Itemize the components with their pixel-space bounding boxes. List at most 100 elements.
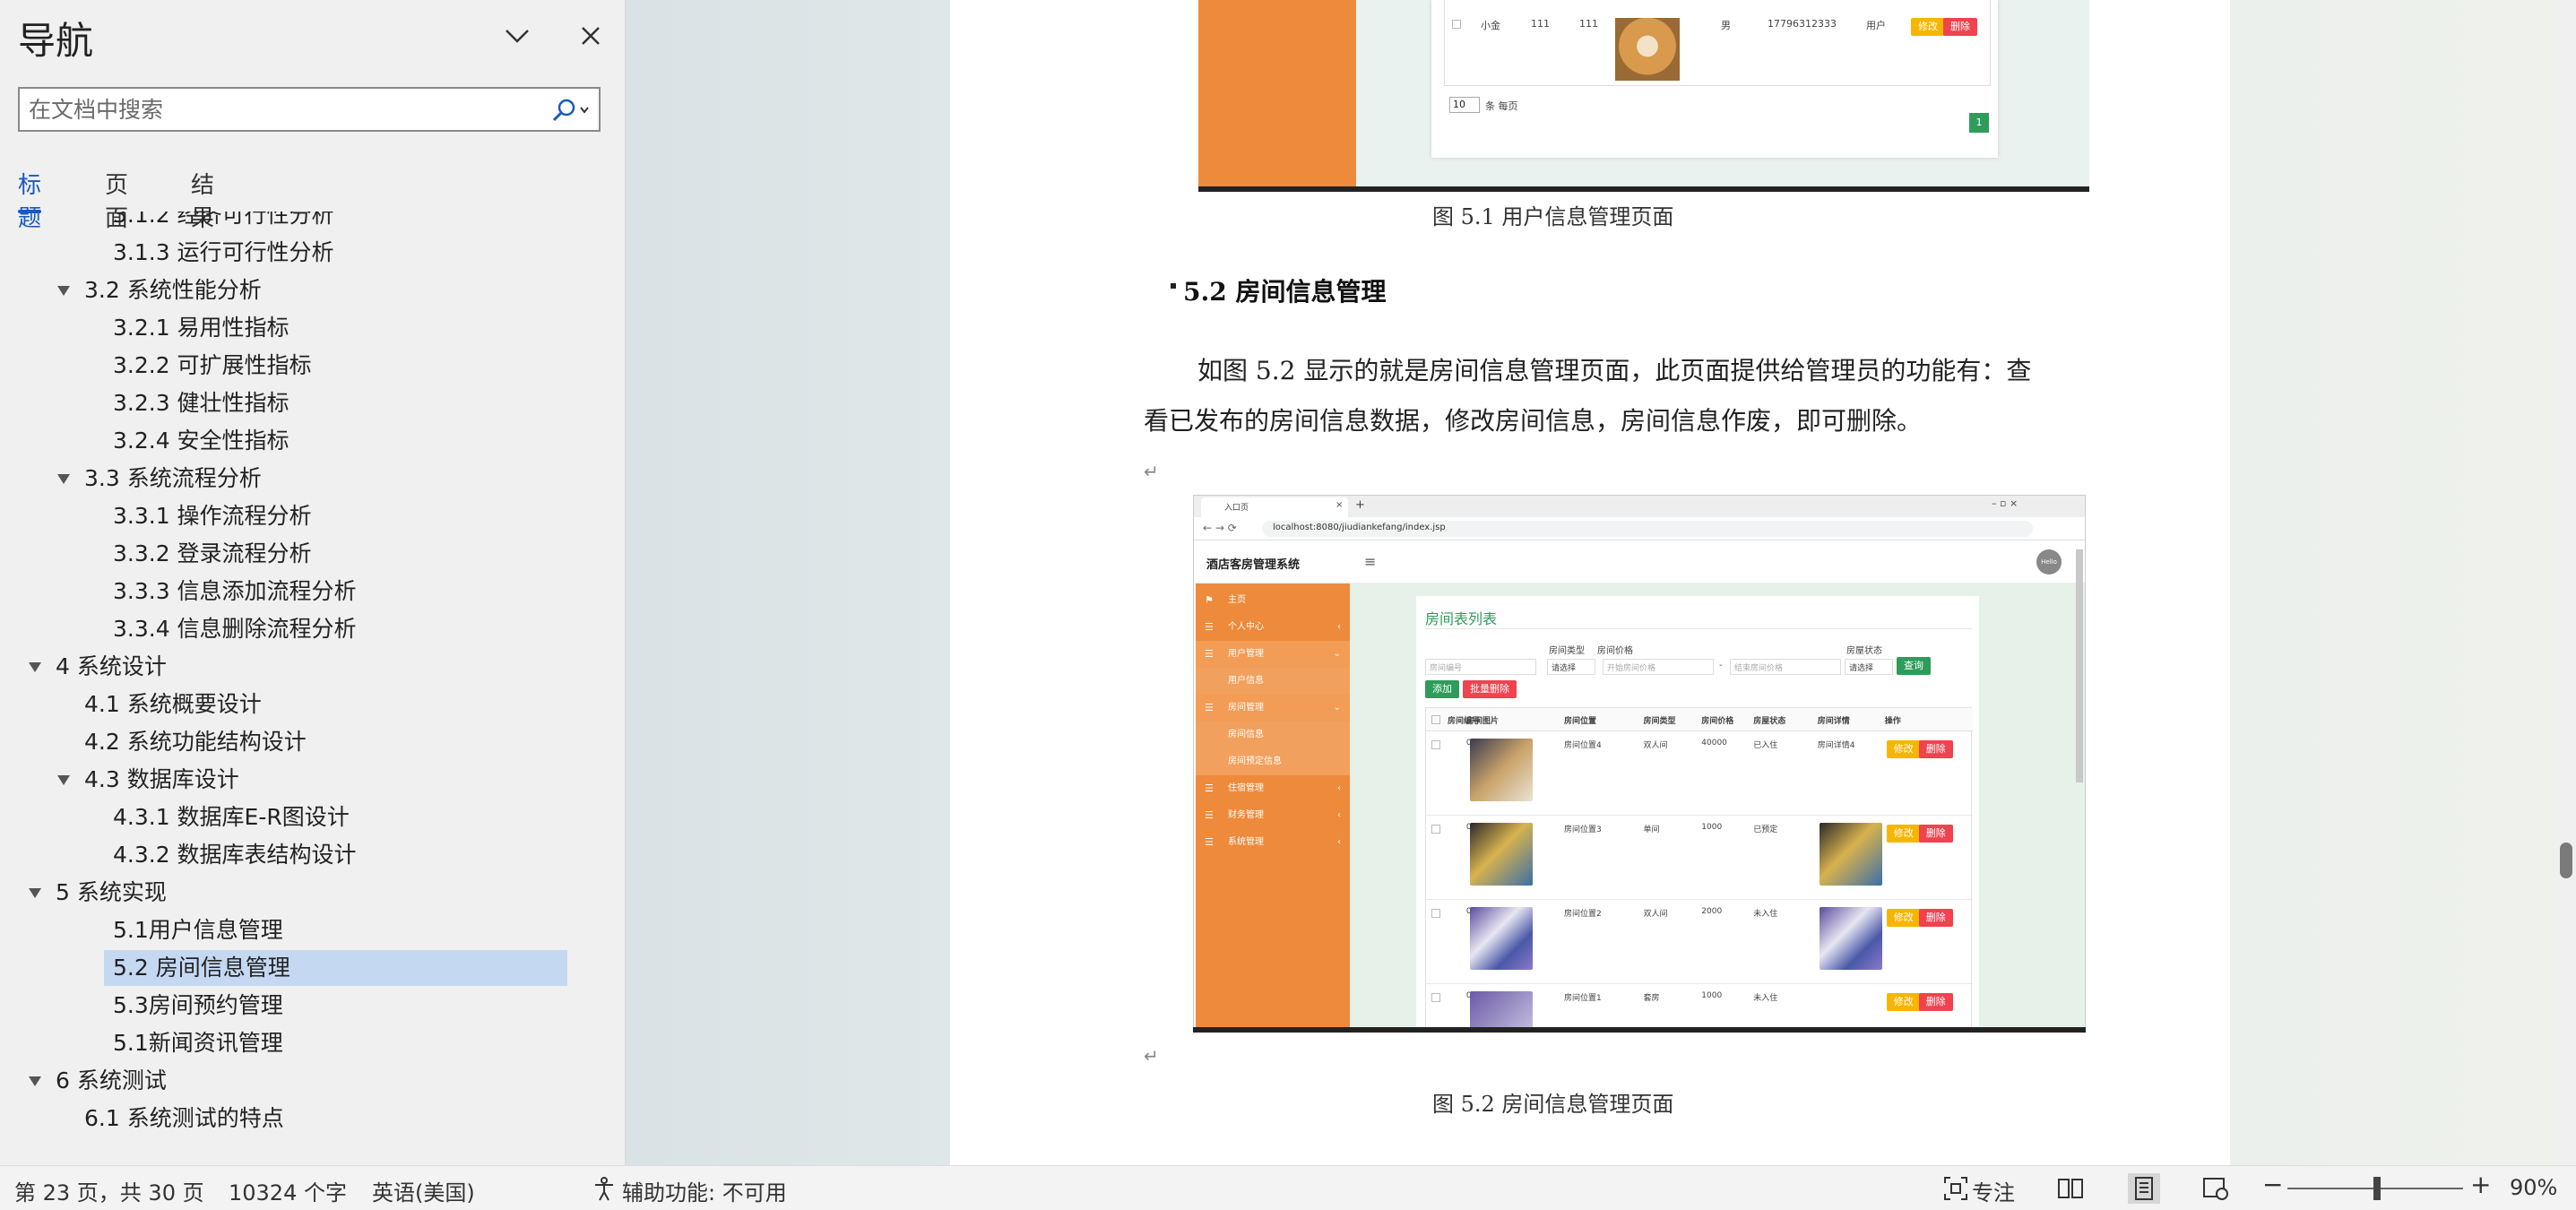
shot2-min-price-input[interactable]: 开始房间价格: [1603, 659, 1714, 675]
shot2-menu-item[interactable]: 住宿管理 ☰ ‹: [1196, 775, 1350, 802]
nav-heading-item[interactable]: 5.1用户信息管理: [113, 912, 283, 948]
shot2-menu-item[interactable]: 主页 ⚑: [1196, 587, 1350, 614]
nav-heading-item[interactable]: 3.3.4 信息删除流程分析: [113, 611, 357, 647]
shot1-page-size-select[interactable]: 10: [1449, 97, 1480, 113]
word-count[interactable]: 10324 个字: [229, 1175, 347, 1206]
scrollbar-thumb[interactable]: [2560, 843, 2572, 878]
zoom-out-icon[interactable]: −: [2262, 1170, 2283, 1199]
collapse-triangle-icon[interactable]: [57, 474, 70, 484]
shot2-edit-button[interactable]: 修改: [1886, 993, 1921, 1011]
collapse-triangle-icon[interactable]: [57, 286, 70, 296]
nav-heading-item[interactable]: 3.3.2 登录流程分析: [113, 536, 312, 572]
nav-heading-item[interactable]: 3.2.2 可扩展性指标: [113, 348, 312, 384]
accessibility-status[interactable]: 辅助功能: 不可用: [622, 1175, 787, 1206]
shot2-menu-toggle-icon[interactable]: ≡: [1364, 553, 1376, 570]
nav-heading-item[interactable]: 3.2.3 健壮性指标: [113, 385, 290, 421]
tab-results[interactable]: 结果: [191, 167, 214, 232]
nav-heading-item[interactable]: 3.3.1 操作流程分析: [113, 498, 312, 534]
nav-options-chevron-icon[interactable]: [497, 16, 537, 56]
zoom-slider[interactable]: [2287, 1177, 2463, 1200]
nav-heading-item[interactable]: 5.2 房间信息管理: [104, 950, 567, 986]
shot2-menu-item[interactable]: 房间信息: [1196, 722, 1350, 748]
nav-heading-item[interactable]: 4 系统设计: [56, 649, 167, 685]
nav-heading-item[interactable]: 5.1新闻资讯管理: [113, 1025, 283, 1061]
shot2-nav-arrows-icon[interactable]: ← → ⟳: [1203, 522, 1237, 534]
shot2-add-button[interactable]: 添加: [1425, 680, 1459, 698]
shot2-status-select[interactable]: 请选择: [1845, 659, 1893, 675]
shot1-edit-button[interactable]: 修改: [1911, 18, 1945, 36]
nav-heading-item[interactable]: 3.2 系统性能分析: [84, 272, 262, 308]
nav-heading-item[interactable]: 6 系统测试: [56, 1063, 167, 1099]
shot2-window-controls-icon[interactable]: – ▫ ×: [1992, 497, 2018, 509]
print-layout-icon[interactable]: [2128, 1173, 2160, 1204]
shot2-menu-item[interactable]: 个人中心 ☰ ‹: [1196, 614, 1350, 641]
nav-heading-item[interactable]: 3.1.2 经济可行性分析: [113, 212, 334, 233]
shot2-edit-button[interactable]: 修改: [1886, 825, 1921, 843]
nav-heading-item[interactable]: 4.1 系统概要设计: [84, 687, 262, 722]
shot2-delete-button[interactable]: 删除: [1918, 909, 1953, 927]
shot1-delete-button[interactable]: 删除: [1943, 18, 1977, 36]
read-mode-icon[interactable]: [2054, 1173, 2087, 1204]
vertical-scrollbar[interactable]: [2556, 0, 2576, 1165]
collapse-triangle-icon[interactable]: [29, 1076, 41, 1086]
zoom-level[interactable]: 90%: [2510, 1175, 2557, 1200]
shot2-menu-item[interactable]: 系统管理 ☰ ‹: [1196, 829, 1350, 856]
shot2-delete-button[interactable]: 删除: [1918, 740, 1953, 758]
shot2-row-checkbox[interactable]: [1431, 993, 1440, 1002]
shot2-row-checkbox[interactable]: [1431, 740, 1440, 749]
nav-search-input[interactable]: [29, 89, 549, 130]
nav-heading-item[interactable]: 3.3.3 信息添加流程分析: [113, 574, 357, 609]
zoom-in-icon[interactable]: +: [2470, 1170, 2491, 1199]
nav-heading-item[interactable]: 4.3.2 数据库表结构设计: [113, 837, 357, 873]
shot1-row-checkbox[interactable]: [1452, 20, 1461, 29]
shot2-new-tab-icon[interactable]: +: [1355, 498, 1365, 512]
collapse-triangle-icon[interactable]: [29, 662, 41, 672]
shot2-menu-item[interactable]: 用户信息: [1196, 668, 1350, 695]
shot1-page-button[interactable]: 1: [1969, 113, 1989, 133]
nav-heading-item[interactable]: 3.1.3 运行可行性分析: [113, 235, 334, 271]
nav-heading-item[interactable]: 5.3房间预约管理: [113, 988, 283, 1024]
shot2-url-field[interactable]: localhost:8080/jiudiankefang/index.jsp: [1262, 521, 2033, 537]
shot2-edit-button[interactable]: 修改: [1886, 909, 1921, 927]
tab-pages[interactable]: 页面: [105, 167, 128, 232]
focus-label[interactable]: 专注: [1972, 1175, 2015, 1206]
nav-heading-item[interactable]: 3.2.1 易用性指标: [113, 310, 290, 346]
shot2-menu-item[interactable]: 房间管理 ☰ ⌄: [1196, 695, 1350, 722]
shot2-menu-item[interactable]: 财务管理 ☰ ‹: [1196, 802, 1350, 829]
shot2-row-checkbox[interactable]: [1431, 825, 1440, 834]
shot2-avatar[interactable]: Hello: [2036, 549, 2062, 575]
shot2-delete-button[interactable]: 删除: [1918, 993, 1953, 1011]
zoom-slider-thumb[interactable]: [2373, 1177, 2381, 1200]
accessibility-icon[interactable]: [588, 1173, 620, 1204]
shot2-type-select[interactable]: 请选择: [1547, 659, 1595, 675]
shot2-delete-button[interactable]: 删除: [1918, 825, 1953, 843]
page-count[interactable]: 第 23 页，共 30 页: [14, 1175, 204, 1206]
nav-close-icon[interactable]: [571, 16, 610, 56]
shot2-edit-button[interactable]: 修改: [1886, 740, 1921, 758]
shot2-max-price-input[interactable]: 结束房间价格: [1730, 659, 1841, 675]
nav-heading-item[interactable]: 3.3 系统流程分析: [84, 461, 262, 497]
nav-heading-item[interactable]: 4.3.1 数据库E-R图设计: [113, 799, 350, 835]
nav-heading-item[interactable]: 5 系统实现: [56, 875, 167, 911]
nav-heading-item[interactable]: 3.2.4 安全性指标: [113, 423, 290, 459]
shot2-row-checkbox[interactable]: [1431, 909, 1440, 918]
collapse-triangle-icon[interactable]: [29, 888, 41, 898]
shot2-room-no-input[interactable]: 房间编号: [1425, 659, 1536, 675]
shot2-select-all-checkbox[interactable]: [1431, 715, 1440, 724]
collapse-triangle-icon[interactable]: [57, 775, 70, 785]
shot2-tab[interactable]: 入口页 ×: [1201, 497, 1348, 517]
nav-heading-item[interactable]: 4.2 系统功能结构设计: [84, 724, 307, 760]
search-icon[interactable]: [545, 92, 595, 128]
tab-headings[interactable]: 标题: [18, 167, 42, 232]
focus-icon[interactable]: [1940, 1173, 1972, 1204]
shot2-query-button[interactable]: 查询: [1897, 657, 1931, 675]
shot2-menu-item[interactable]: 用户管理 ☰ ⌄: [1196, 641, 1350, 668]
nav-heading-item[interactable]: 6.1 系统测试的特点: [84, 1101, 284, 1137]
nav-heading-item[interactable]: 4.3 数据库设计: [84, 762, 239, 798]
shot2-scrollbar: [2076, 549, 2083, 782]
web-layout-icon[interactable]: [2200, 1173, 2232, 1204]
language[interactable]: 英语(美国): [372, 1175, 475, 1206]
shot2-menu-item[interactable]: 房间预定信息: [1196, 748, 1350, 775]
shot2-batch-delete-button[interactable]: 批量删除: [1463, 680, 1517, 698]
shot2-tab-close-icon[interactable]: ×: [1336, 500, 1343, 510]
